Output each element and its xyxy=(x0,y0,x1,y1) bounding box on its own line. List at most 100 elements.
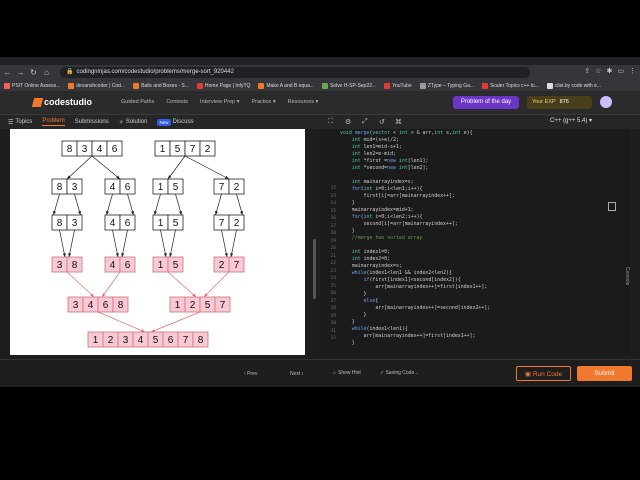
array-cell-label: 8 xyxy=(67,144,73,155)
code-line: int *first =new int[len1]; xyxy=(351,158,429,164)
bookmark-favicon xyxy=(196,82,203,89)
line-number: 27 xyxy=(330,298,336,304)
reload-icon[interactable]: ↻ xyxy=(28,67,39,78)
code-line: arr[mainarrayindex++]=first[index1++]; xyxy=(340,333,476,339)
copy-icon[interactable] xyxy=(608,202,616,211)
tree-edge xyxy=(203,271,230,298)
line-number: 20 xyxy=(330,246,336,251)
expand-icon[interactable]: ⛶ xyxy=(328,118,333,126)
bookmark[interactable]: YouTube xyxy=(384,82,412,89)
home-icon[interactable]: ⌂ xyxy=(41,67,52,78)
array-cell-label: 2 xyxy=(219,260,225,271)
bookmark[interactable]: Home Page | InfyTQ xyxy=(196,82,250,89)
exp-label: Your EXP xyxy=(532,99,556,105)
bookmark[interactable]: clist.by code with e... xyxy=(546,82,601,89)
bookmark[interactable]: Solve H-SP-Sep22... xyxy=(321,82,376,89)
run-code-button[interactable]: ▣ Run Code xyxy=(516,366,571,381)
code-line: else{ xyxy=(363,298,379,304)
show-hint-button[interactable]: ☼ Show Hint xyxy=(332,370,361,376)
bookmark[interactable]: ZType – Typing Ga... xyxy=(419,82,474,89)
array-cell-label: 7 xyxy=(219,182,225,193)
tab-discuss[interactable]: New Discuss xyxy=(157,118,194,126)
tab-problem[interactable]: Problem xyxy=(42,118,65,126)
bookmark[interactable]: Scaler Topics c++ lo... xyxy=(482,82,539,89)
nav-contests[interactable]: Contests xyxy=(166,99,188,105)
url-bar: ← → ↻ ⌂ 🔒 codingninjas.com/codestudio/pro… xyxy=(0,65,640,80)
line-number: 32 xyxy=(330,336,336,341)
menu-icon[interactable]: ⋮ xyxy=(629,67,636,75)
array-cell-label: 6 xyxy=(112,144,118,155)
arrow-head xyxy=(230,253,234,257)
array-cell-label: 3 xyxy=(73,300,79,311)
code-editor[interactable]: 12 13 14 15 16 17 18 19 20 21 22 23 24 25 26 27 28 29 30 31… xyxy=(320,129,630,355)
reset-icon[interactable]: ↺ xyxy=(379,118,385,126)
share-icon[interactable]: ⇪ xyxy=(584,67,590,75)
tab-solution[interactable]: ✧ Solution xyxy=(119,119,148,126)
tree-edge xyxy=(59,229,66,258)
code-line: } xyxy=(340,319,355,325)
array-cell-label: 4 xyxy=(88,300,94,311)
problem-of-the-day-button[interactable]: Problem of the day xyxy=(453,96,519,109)
bookmark[interactable]: Make A and B equa... xyxy=(258,82,314,89)
url-text: codingninjas.com/codestudio/problems/mer… xyxy=(76,69,234,75)
tab-topics[interactable]: ☰ Topics xyxy=(8,119,32,126)
next-button[interactable]: Next › xyxy=(290,371,303,377)
avatar[interactable] xyxy=(600,96,612,108)
forward-icon[interactable]: → xyxy=(15,67,26,78)
array-cell-label: 1 xyxy=(175,300,181,311)
arrow-head xyxy=(68,253,72,257)
array-cell-label: 3 xyxy=(72,218,78,229)
array-cell-label: 4 xyxy=(110,218,116,229)
array-cell-label: 1 xyxy=(160,144,166,155)
array-cell-label: 3 xyxy=(57,260,63,271)
arrow-head xyxy=(169,253,173,257)
shortcuts-icon[interactable]: ⌘ xyxy=(395,118,402,126)
sidebar-icon[interactable]: ▭ xyxy=(617,67,624,75)
star-icon[interactable]: ☆ xyxy=(595,67,601,75)
array-cell-label: 4 xyxy=(110,182,116,193)
bookmark[interactable]: PSIT Online Assess... xyxy=(4,82,60,89)
line-number: 12 xyxy=(330,186,336,191)
bookmark-favicon xyxy=(419,82,426,89)
bookmark[interactable]: Balls and Boxes - S... xyxy=(133,82,189,89)
submit-button[interactable]: Submit xyxy=(577,366,632,381)
prev-button[interactable]: ‹ Prev xyxy=(244,371,257,377)
tree-edge xyxy=(221,229,228,258)
language-select[interactable]: C++ (g++ 5.4) ▾ xyxy=(550,117,592,124)
nav-practice[interactable]: Practice ▾ xyxy=(252,99,276,105)
code-line: int len2=e-mid; xyxy=(351,151,396,157)
problem-pane: 8346157283461572834615723846152734681257… xyxy=(0,129,320,359)
code-line: int index1=0; xyxy=(351,249,391,255)
nav-interview-prep[interactable]: Interview Prep ▾ xyxy=(200,99,239,105)
exp-badge[interactable]: Your EXP 876 xyxy=(527,96,592,109)
array-cell-label: 7 xyxy=(190,144,196,155)
tree-edge xyxy=(66,271,95,298)
array-cell-label: 4 xyxy=(138,335,144,346)
arrow-head xyxy=(77,211,81,215)
fullscreen-icon[interactable]: ⤢ xyxy=(362,118,368,126)
arrow-head xyxy=(102,293,106,297)
address-bar[interactable]: 🔒 codingninjas.com/codestudio/problems/me… xyxy=(60,67,530,78)
tree-edge xyxy=(101,271,121,298)
code-line: for(int i=0;i<len1;i++){ xyxy=(351,186,423,192)
array-cell-label: 1 xyxy=(158,182,164,193)
codestudio-logo[interactable]: codestudio xyxy=(31,97,92,107)
line-number: 30 xyxy=(330,321,336,326)
console-toggle[interactable]: Console xyxy=(624,267,630,285)
problem-tabs: ☰ Topics Problem Submissions ✧ Solution Ne… xyxy=(0,115,320,129)
tree-edge xyxy=(66,155,93,180)
tab-submissions[interactable]: Submissions xyxy=(75,119,109,125)
code-line: first[i]=arr[mainarrayindex++]; xyxy=(340,193,455,199)
nav-resources[interactable]: Resources ▾ xyxy=(288,99,319,105)
bookmark[interactable]: devanshcoder | Cod... xyxy=(68,82,125,89)
extensions-icon[interactable]: ✱ xyxy=(607,67,613,75)
scrollbar[interactable] xyxy=(313,239,316,299)
code-line: int mid=(s+e)/2; xyxy=(351,137,399,143)
array-cell-label: 4 xyxy=(97,144,103,155)
line-number: 17 xyxy=(330,223,336,229)
back-icon[interactable]: ← xyxy=(2,67,13,78)
tree-edge xyxy=(150,311,201,333)
settings-icon[interactable]: ⚙ xyxy=(345,118,351,126)
nav-guided-paths[interactable]: Guided Paths xyxy=(121,99,154,105)
line-number: 21 xyxy=(330,253,336,259)
